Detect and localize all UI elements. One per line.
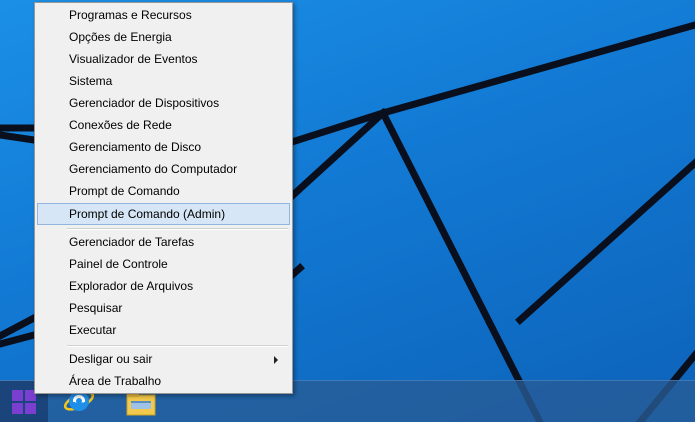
menu-item-gerenciamento-do-computador[interactable]: Gerenciamento do Computador (37, 159, 290, 181)
menu-item-programas-e-recursos[interactable]: Programas e Recursos (37, 5, 290, 27)
menu-item-painel-de-controle[interactable]: Painel de Controle (37, 254, 290, 276)
menu-item-desligar-ou-sair[interactable]: Desligar ou sair (37, 349, 290, 371)
menu-item-conexoes-de-rede[interactable]: Conexões de Rede (37, 115, 290, 137)
menu-item-prompt-de-comando[interactable]: Prompt de Comando (37, 181, 290, 203)
menu-separator (67, 228, 288, 230)
menu-separator (67, 345, 288, 347)
menu-item-opcoes-de-energia[interactable]: Opções de Energia (37, 27, 290, 49)
menu-item-gerenciador-de-dispositivos[interactable]: Gerenciador de Dispositivos (37, 93, 290, 115)
menu-item-gerenciamento-de-disco[interactable]: Gerenciamento de Disco (37, 137, 290, 159)
menu-item-prompt-de-comando-admin[interactable]: Prompt de Comando (Admin) (37, 203, 290, 225)
menu-item-executar[interactable]: Executar (37, 320, 290, 342)
menu-item-explorador-de-arquivos[interactable]: Explorador de Arquivos (37, 276, 290, 298)
desktop[interactable]: Programas e Recursos Opções de Energia Vis… (0, 0, 695, 422)
menu-item-sistema[interactable]: Sistema (37, 71, 290, 93)
power-user-context-menu: Programas e Recursos Opções de Energia Vis… (34, 2, 293, 394)
menu-item-area-de-trabalho[interactable]: Área de Trabalho (37, 371, 290, 393)
menu-item-gerenciador-de-tarefas[interactable]: Gerenciador de Tarefas (37, 232, 290, 254)
menu-item-pesquisar[interactable]: Pesquisar (37, 298, 290, 320)
menu-item-visualizador-de-eventos[interactable]: Visualizador de Eventos (37, 49, 290, 71)
submenu-arrow-icon (274, 356, 278, 364)
